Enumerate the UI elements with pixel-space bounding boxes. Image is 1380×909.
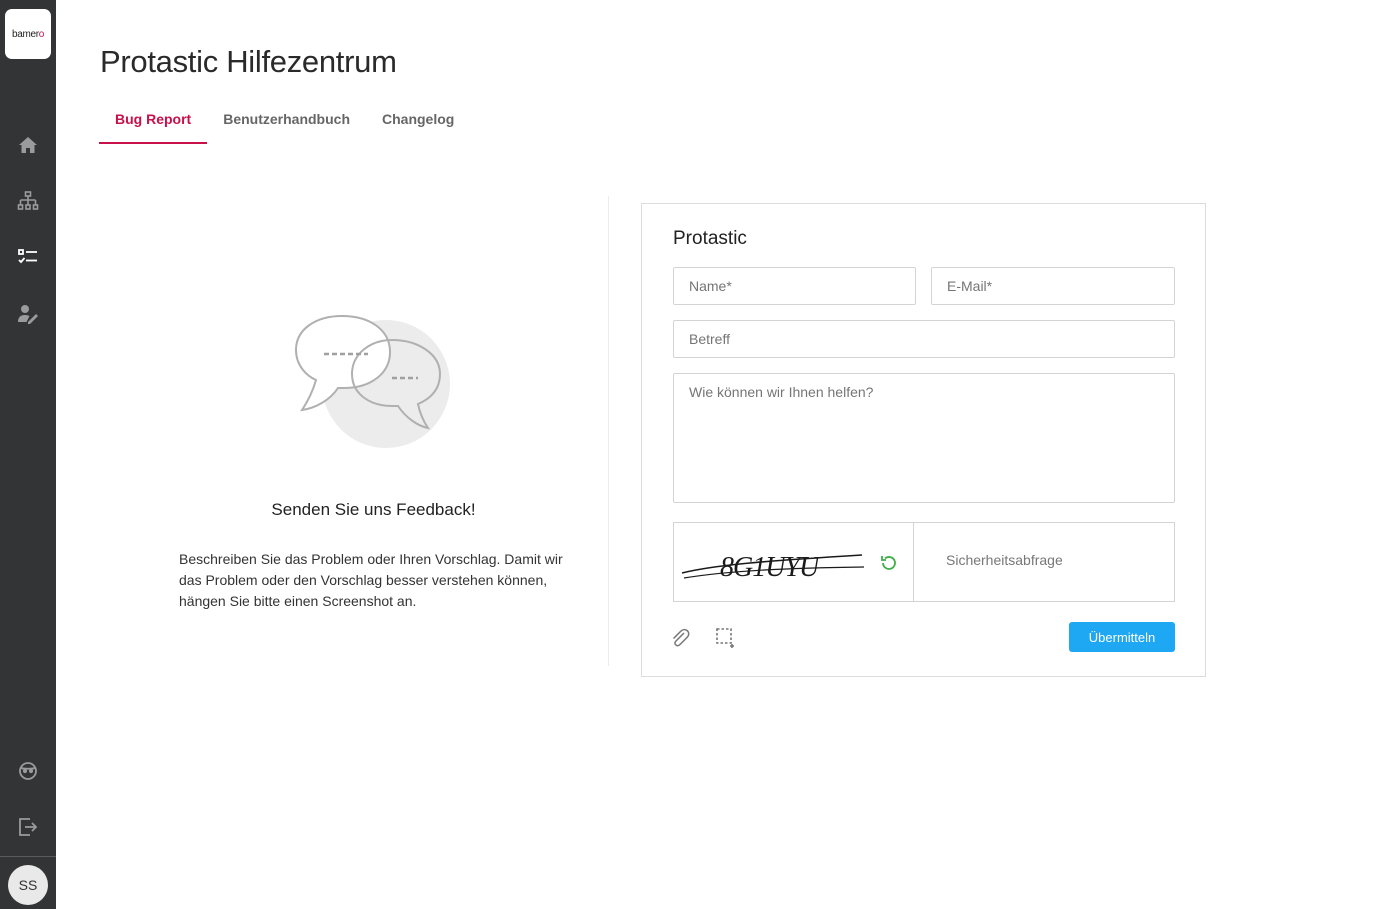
captcha-input[interactable]: Sicherheitsabfrage <box>946 552 1063 568</box>
form-title: Protastic <box>673 228 747 249</box>
avatar[interactable]: SS <box>8 865 48 905</box>
tab-benutzerhandbuch[interactable]: Benutzerhandbuch <box>207 100 366 144</box>
main-content: Protastic Hilfezentrum Bug Report Benutz… <box>56 0 1380 909</box>
captcha: 8G1UYU Sicherheitsabfrage <box>673 522 1175 602</box>
user-menu: SS <box>0 856 56 909</box>
message-textarea[interactable] <box>673 373 1175 503</box>
tab-bug-report[interactable]: Bug Report <box>99 100 208 144</box>
paperclip-icon[interactable] <box>669 627 691 649</box>
sitemap-icon[interactable] <box>16 189 40 213</box>
logout-icon[interactable] <box>16 815 40 839</box>
support-icon[interactable] <box>16 759 40 783</box>
logo-accent: o <box>38 28 45 40</box>
feedback-description: Beschreiben Sie das Problem oder Ihren V… <box>179 551 563 609</box>
captcha-image: 8G1UYU <box>674 523 914 601</box>
feedback-title: Senden Sie uns Feedback! <box>271 500 476 519</box>
sidebar: bamer o SS <box>0 0 56 909</box>
feedback-form: Protastic 8G1UYU Sicherheitsabfrage <box>641 203 1206 677</box>
chat-bubbles-icon <box>294 312 454 457</box>
column-divider <box>608 196 609 666</box>
subject-field[interactable] <box>673 320 1175 358</box>
page-title: Protastic Hilfezentrum <box>100 44 397 79</box>
submit-button[interactable]: Übermitteln <box>1069 622 1175 652</box>
captcha-code: 8G1UYU <box>720 552 821 583</box>
checklist-icon[interactable] <box>16 245 40 269</box>
screenshot-icon[interactable] <box>715 627 737 649</box>
user-edit-icon[interactable] <box>16 302 40 326</box>
home-icon[interactable] <box>16 133 40 157</box>
tab-changelog[interactable]: Changelog <box>366 100 470 144</box>
refresh-captcha-icon[interactable] <box>879 553 899 573</box>
logo-text: bamer <box>11 28 39 40</box>
name-field[interactable] <box>673 267 916 305</box>
tab-bar: Bug Report Benutzerhandbuch Changelog <box>99 100 470 144</box>
email-field[interactable] <box>931 267 1175 305</box>
bamero-logo[interactable]: bamer o <box>5 9 51 59</box>
